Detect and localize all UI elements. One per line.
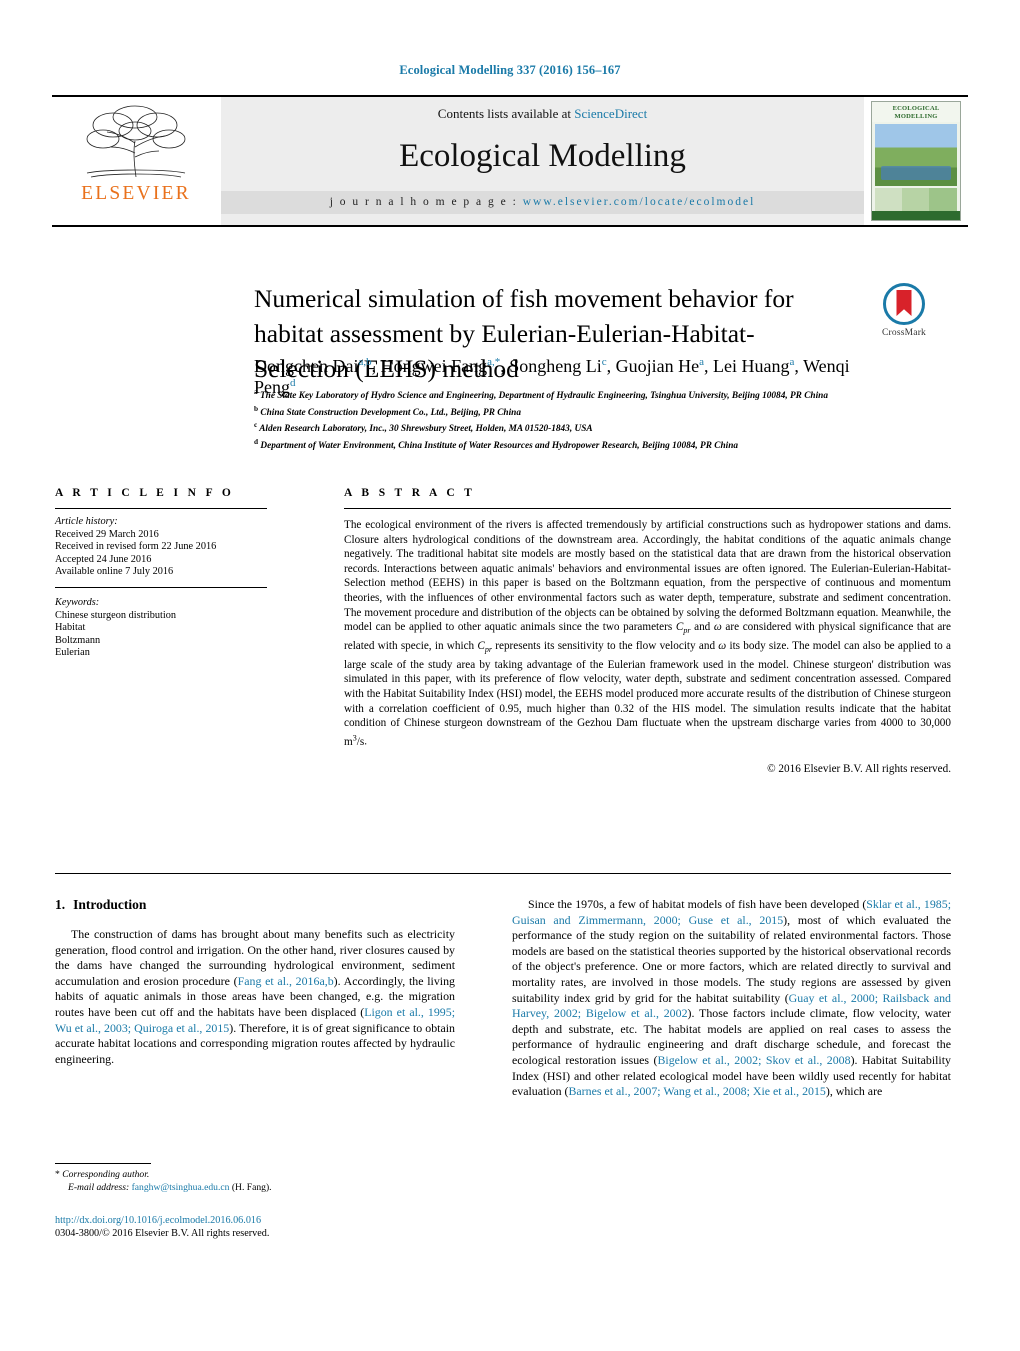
corresponding-author-line: * Corresponding author. [55,1169,455,1180]
article-history-item: Received in revised form 22 June 2016 [55,541,217,553]
paper-page: Ecological Modelling 337 (2016) 156–167 [0,0,1020,1351]
introduction-heading: 1. Introduction [55,897,455,913]
keyword-item: Chinese sturgeon distribution [55,609,177,621]
email-line: E-mail address: fanghw@tsinghua.edu.cn (… [55,1182,455,1193]
cover-footer-strip [872,211,960,220]
corresponding-author-footnote: * Corresponding author. E-mail address: … [55,1163,455,1193]
crossmark-label: CrossMark [881,328,927,338]
email-owner: (H. Fang). [231,1182,272,1193]
citation-link[interactable]: Fang et al., 2016a,b [238,974,334,988]
citation-link[interactable]: Sklar et al., 1985; Guisan and Zimmerman… [512,897,951,927]
homepage-label: j o u r n a l h o m e p a g e : [329,196,518,208]
corresponding-author-text: Corresponding author. [62,1169,150,1180]
article-info-section: A R T I C L E I N F O Article history: R… [55,487,267,660]
introduction-paragraph-2: Since the 1970s, a few of habitat models… [512,897,952,1099]
journal-title: Ecological Modelling [399,138,686,174]
sciencedirect-link[interactable]: ScienceDirect [574,106,647,121]
abstract-section: A B S T R A C T The ecological environme… [344,487,951,775]
contents-line: Contents lists available at ScienceDirec… [438,106,647,122]
elsevier-wordmark: ELSEVIER [81,183,191,204]
affiliation-item: a The State Key Laboratory of Hydro Scie… [254,387,828,402]
affiliation-item: d Department of Water Environment, China… [254,436,739,451]
affiliation-marker: a [254,387,258,396]
doi-link[interactable]: http://dx.doi.org/10.1016/j.ecolmodel.20… [55,1215,475,1226]
body-column-right: Since the 1970s, a few of habitat models… [512,897,951,1100]
article-history-item: Received 29 March 2016 [55,528,159,540]
article-history-item: Accepted 24 June 2016 [55,553,152,565]
running-head: Ecological Modelling 337 (2016) 156–167 [399,63,621,77]
cover-title: ECOLOGICAL MODELLING [872,102,960,122]
affiliation-item: c Alden Research Laboratory, Inc., 30 Sh… [254,420,593,435]
homepage-url-link[interactable]: www.elsevier.com/locate/ecolmodel [523,196,756,208]
citation-link[interactable]: Bigelow et al., 2002; Skov et al., 2008 [657,1053,850,1067]
email-link[interactable]: fanghw@tsinghua.edu.cn [132,1182,230,1193]
citation-link[interactable]: Barnes et al., 2007; Wang et al., 2008; … [568,1084,825,1098]
keyword-items: Chinese sturgeon distribution Habitat Bolt… [55,610,267,660]
abstract-rule [344,508,951,509]
email-label: E-mail address: [68,1182,130,1193]
author-name: Guojian He [615,356,700,376]
affiliation-marker: b [254,403,259,413]
footnote-rule [55,1163,151,1164]
keywords-block: Keywords: Chinese sturgeon distribution H… [55,586,267,660]
author-name: Hongwei Fang [380,356,488,376]
parameter-cpr: Cpr [675,621,691,636]
parameter-omega: ω [713,621,722,634]
cover-title-line2: MODELLING [894,112,938,120]
citation-link[interactable]: Ligon et al., 1995; Wu et al., 2003; Qui… [55,1005,455,1035]
article-info-rule [55,508,267,509]
masthead-center: Contents lists available at ScienceDirec… [220,97,864,225]
abstract-copyright: © 2016 Elsevier B.V. All rights reserved… [767,763,951,776]
article-history-block: Article history: Received 29 March 2016 R… [55,516,267,579]
section-divider [55,873,951,874]
author-name: Lei Huang [713,356,790,376]
parameter-cpr: Cpr [477,639,493,655]
introduction-title: Introduction [73,897,147,912]
article-history-items: Received 29 March 2016 Received in revise… [55,529,267,579]
affiliation-list: a The State Key Laboratory of Hydro Scie… [254,386,954,452]
affiliation-item: b China State Construction Development C… [254,403,521,418]
author-affiliation-marker: c [601,356,607,368]
citation-link[interactable]: Guay et al., 2000; Railsback and Harvey,… [512,991,951,1021]
author-name: Songheng Li [509,356,602,376]
contents-prefix: Contents lists available at [437,106,575,121]
author-affiliation-marker: a [789,356,795,368]
unit-cubic-meters-per-second: m3/s [344,732,365,748]
journal-masthead: ELSEVIER Contents lists available at Sci… [52,95,968,227]
cover-photo [875,124,957,186]
publisher-logo: ELSEVIER [52,97,220,225]
article-info-heading: A R T I C L E I N F O [55,487,235,499]
crossmark-icon [883,283,925,325]
parameter-omega: ω [718,639,727,652]
abstract-heading: A B S T R A C T [344,487,476,499]
author-affiliation-marker: a,* [487,356,501,368]
author-name: Dongchen Dai [254,356,359,376]
affiliation-marker: d [254,436,259,446]
crossmark-badge[interactable]: CrossMark [873,283,935,338]
journal-cover-image: ECOLOGICAL MODELLING [871,101,961,221]
article-history-label: Article history: [55,516,118,527]
masthead-cover-slot: ECOLOGICAL MODELLING [864,97,968,225]
author-affiliation-marker: a,b [358,356,372,368]
issn-copyright: 0304-3800/© 2016 Elsevier B.V. All right… [55,1228,270,1239]
keyword-item: Eulerian [55,647,90,659]
keywords-label: Keywords: [55,596,100,608]
footer-doi-block: http://dx.doi.org/10.1016/j.ecolmodel.20… [55,1215,475,1239]
keyword-item: Habitat [55,622,86,634]
abstract-text: The ecological environment of the rivers… [344,519,951,748]
keyword-item: Boltzmann [55,634,101,646]
journal-homepage-bar: j o u r n a l h o m e p a g e : www.else… [221,191,864,214]
elsevier-tree-icon [86,105,186,178]
body-column-left: 1. Introduction The construction of dams … [55,897,455,1067]
affiliation-marker: c [254,420,258,429]
introduction-number: 1. [55,897,66,912]
article-history-item: Available online 7 July 2016 [55,566,174,578]
introduction-paragraph-1: The construction of dams has brought abo… [55,927,455,1066]
author-affiliation-marker: a [699,356,705,368]
cover-title-line1: ECOLOGICAL [892,105,940,112]
footnote-star: * [55,1169,60,1180]
